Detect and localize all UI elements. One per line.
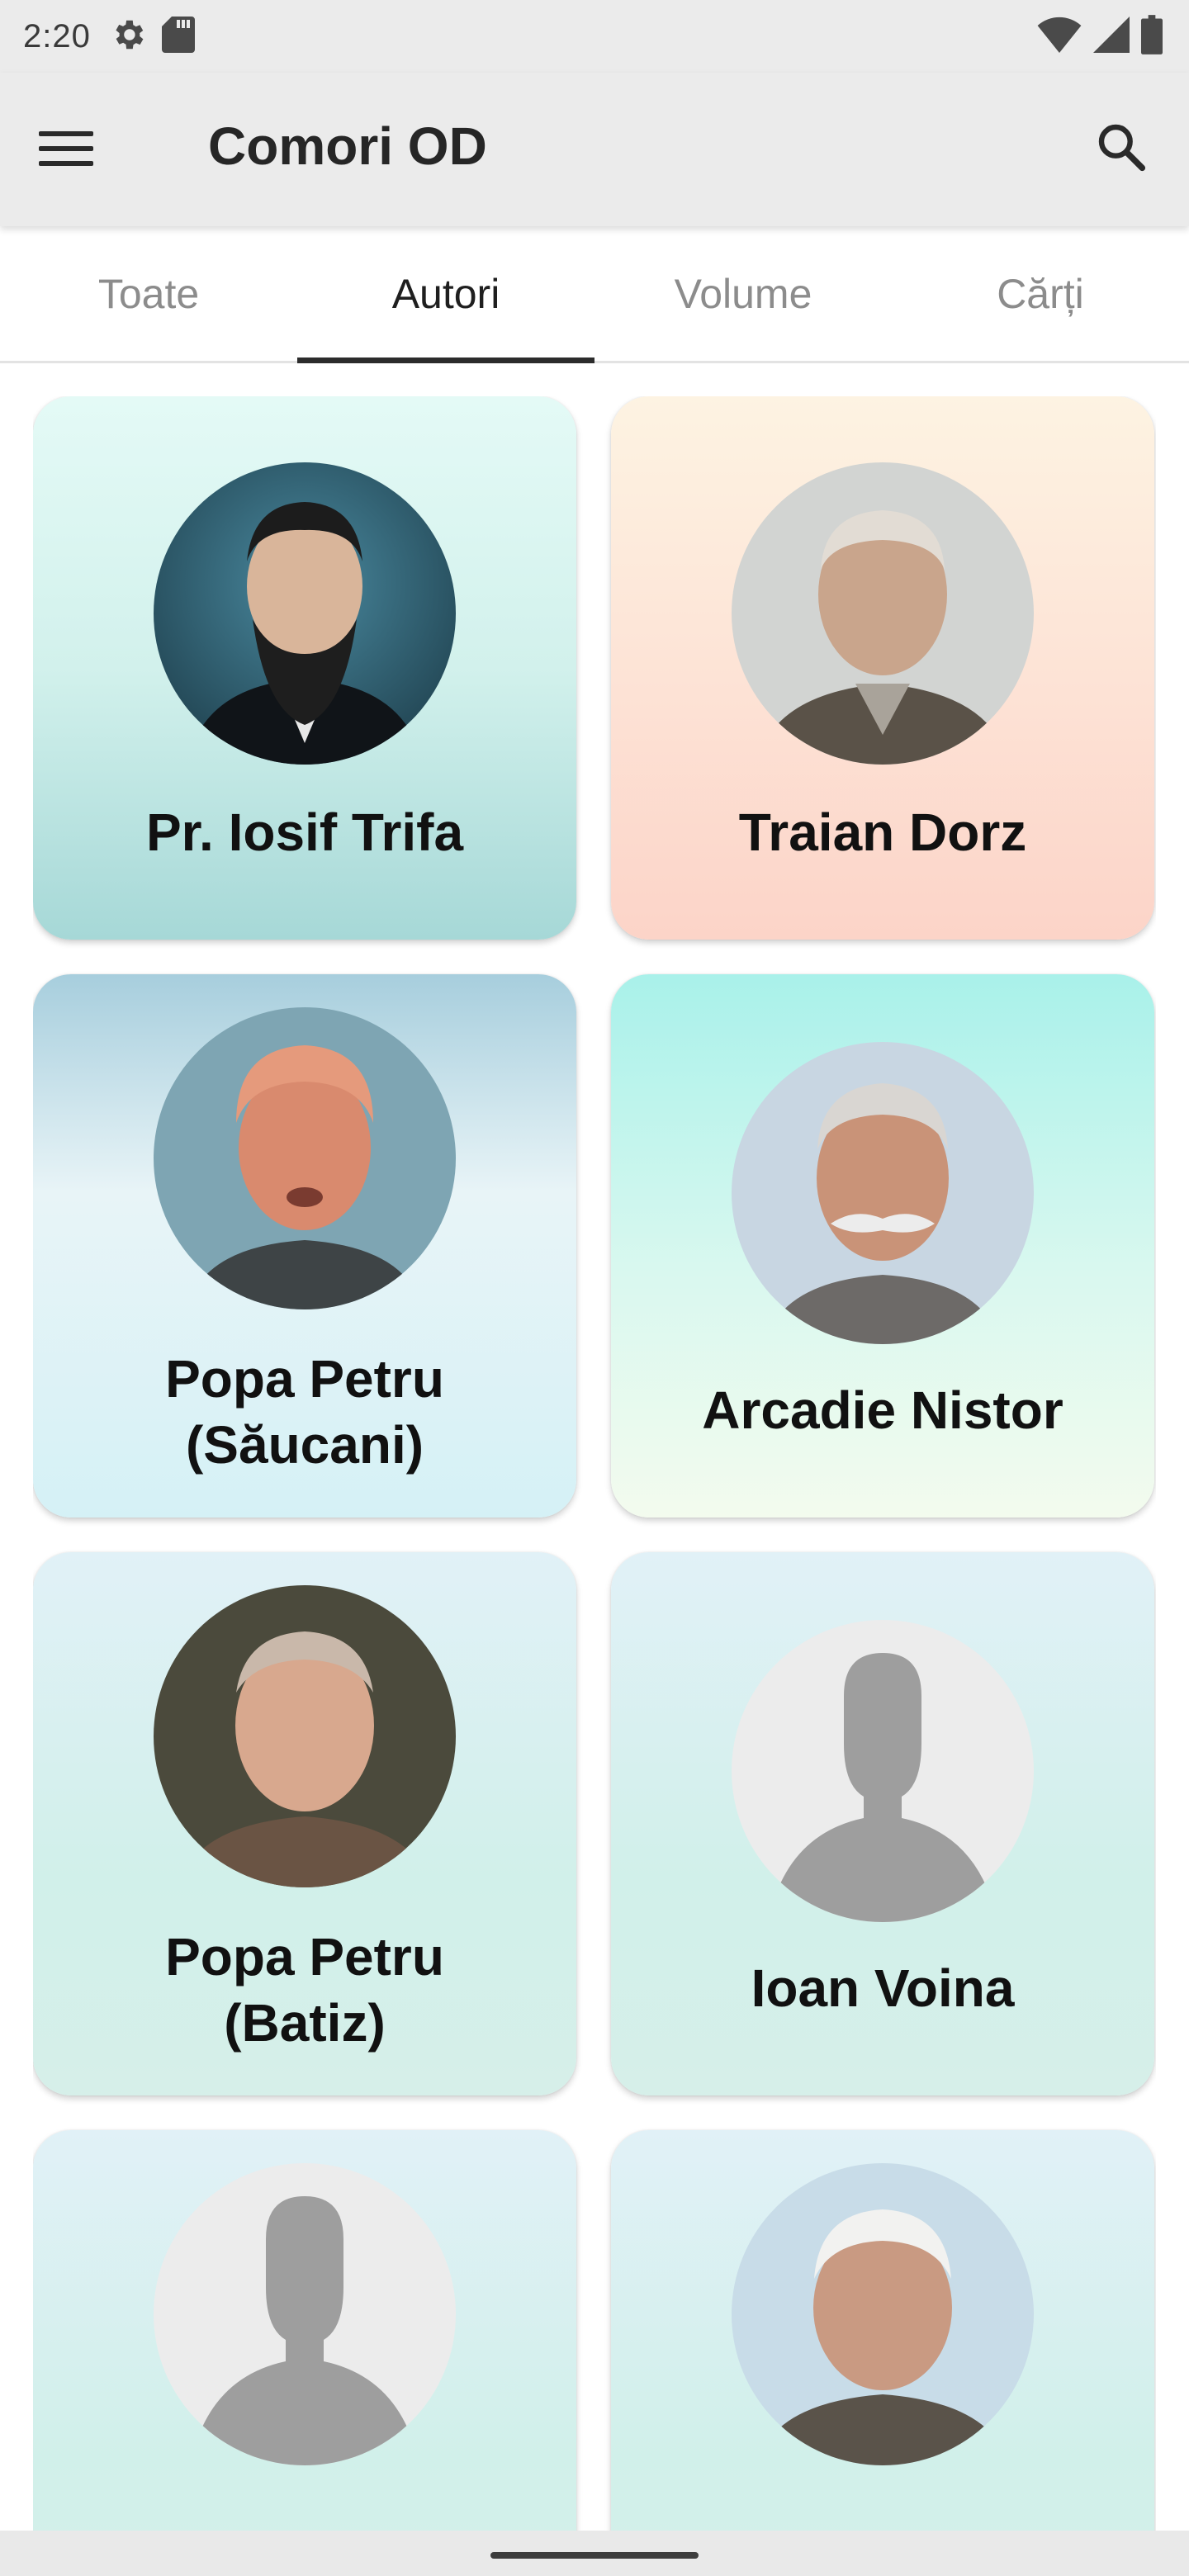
app-bar: Comori OD — [0, 73, 1189, 226]
author-name: Traian Dorz — [738, 803, 1027, 862]
sd-card-icon — [161, 16, 195, 57]
tab-carti[interactable]: Cărți — [892, 226, 1189, 361]
author-card[interactable]: Popa Petru (Săucani) — [33, 974, 576, 1518]
author-card[interactable]: Pr. Iosif Trifa — [33, 396, 576, 940]
system-nav-bar — [0, 2531, 1189, 2576]
author-card[interactable]: Popa Petru (Batiz) — [33, 1552, 576, 2095]
status-time: 2:20 — [23, 17, 91, 54]
author-name: Arcadie Nistor — [702, 1380, 1063, 1440]
author-photo — [154, 1007, 456, 1309]
author-name-line1: Popa Petru — [165, 1349, 444, 1409]
search-button[interactable] — [1087, 114, 1156, 183]
author-photo — [154, 462, 456, 765]
author-placeholder-avatar — [154, 2163, 456, 2465]
author-card[interactable]: Traian Dorz — [611, 396, 1154, 940]
author-name: Ioan Voina — [751, 1958, 1015, 2018]
settings-gear-icon — [109, 16, 147, 58]
cellular-signal-icon — [1093, 16, 1130, 57]
author-placeholder-avatar — [732, 1620, 1034, 1922]
author-card[interactable]: Ioan Voina — [611, 1552, 1154, 2095]
author-photo — [732, 1042, 1034, 1344]
status-bar: 2:20 — [0, 0, 1189, 73]
wifi-icon — [1037, 17, 1082, 57]
tab-autori[interactable]: Autori — [297, 226, 594, 363]
author-name: Pr. Iosif Trifa — [145, 803, 464, 862]
author-name: Popa Petru (Săucani) — [50, 1346, 560, 1478]
gesture-handle[interactable] — [490, 2552, 699, 2559]
app-screen: 2:20 Comori OD Toate Autori Volume Cărți… — [0, 0, 1189, 2576]
tab-toate[interactable]: Toate — [0, 226, 297, 361]
authors-grid: Pr. Iosif Trifa Traian Dorz Popa Petru (… — [33, 396, 1156, 2531]
tab-bar: Toate Autori Volume Cărți — [0, 226, 1189, 363]
status-right-icons — [1037, 0, 1163, 73]
author-photo — [732, 462, 1034, 765]
search-icon — [1095, 121, 1148, 178]
author-name-line2: (Batiz) — [224, 1993, 386, 2053]
author-card[interactable] — [33, 2130, 576, 2531]
tab-volume[interactable]: Volume — [594, 226, 892, 361]
battery-icon — [1141, 14, 1163, 59]
author-card[interactable] — [611, 2130, 1154, 2531]
hamburger-menu-icon — [39, 130, 93, 172]
menu-button[interactable] — [36, 121, 96, 180]
author-card[interactable]: Arcadie Nistor — [611, 974, 1154, 1518]
status-left-icons — [109, 16, 195, 58]
app-title: Comori OD — [208, 116, 487, 176]
author-name-line1: Popa Petru — [165, 1927, 444, 1986]
author-photo — [732, 2163, 1034, 2465]
author-photo — [154, 1585, 456, 1887]
author-name: Popa Petru (Batiz) — [50, 1924, 560, 2056]
author-name-line2: (Săucani) — [185, 1415, 424, 1475]
